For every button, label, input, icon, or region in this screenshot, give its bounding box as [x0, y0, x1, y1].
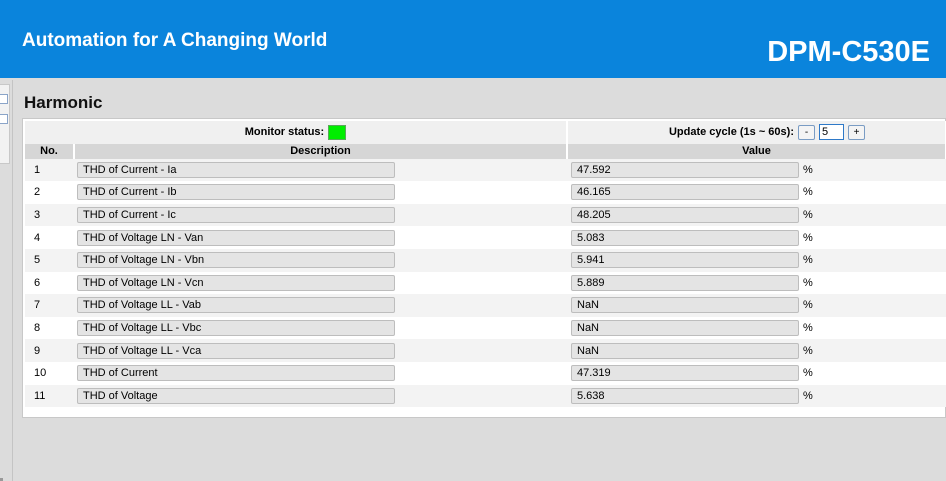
value-field: NaN	[571, 320, 799, 337]
description-cell: THD of Current - Ia	[75, 158, 568, 182]
value-cell: NaN%	[568, 294, 946, 317]
value-field: 48.205	[571, 207, 799, 224]
app-header: Automation for A Changing World DPM-C530…	[0, 0, 946, 78]
row-number: 6	[25, 271, 75, 295]
description-field: THD of Current - Ia	[77, 161, 395, 178]
description-field: THD of Current	[77, 365, 395, 382]
monitor-status-label: Monitor status:	[244, 126, 325, 139]
value-field: 47.319	[571, 365, 799, 382]
unit-label: %	[803, 209, 813, 222]
description-cell: THD of Voltage LN - Van	[75, 226, 568, 249]
value-cell: 5.638%	[568, 384, 946, 408]
table-header-row: No. Description Value	[25, 143, 946, 159]
monitor-status-indicator	[328, 124, 347, 140]
description-cell: THD of Current - Ic	[75, 203, 568, 227]
value-field: 5.941	[571, 252, 799, 269]
table-row: 8 THD of Voltage LL - Vbc NaN%	[25, 316, 946, 340]
value-field: 5.638	[571, 387, 799, 404]
harmonic-panel: Monitor status: Update cycle (1s ~ 60s):…	[22, 118, 946, 418]
column-header-no: No.	[25, 143, 75, 159]
unit-label: %	[803, 186, 813, 199]
row-number: 5	[25, 248, 75, 272]
value-cell: 47.592%	[568, 158, 946, 182]
left-sidebar-input[interactable]	[0, 94, 8, 104]
unit-label: %	[803, 367, 813, 380]
description-cell: THD of Voltage LL - Vab	[75, 294, 568, 317]
description-field: THD of Voltage LL - Vab	[77, 297, 395, 314]
table-row: 6 THD of Voltage LN - Vcn 5.889%	[25, 271, 946, 295]
harmonic-table: Monitor status: Update cycle (1s ~ 60s):…	[25, 121, 946, 408]
device-model: DPM-C530E	[767, 36, 930, 68]
row-number: 1	[25, 158, 75, 182]
value-cell: NaN%	[568, 316, 946, 340]
column-header-value: Value	[568, 143, 946, 159]
update-cycle-input[interactable]	[819, 124, 844, 141]
value-field: 47.592	[571, 161, 799, 178]
table-row: 10 THD of Current 47.319%	[25, 361, 946, 385]
unit-label: %	[803, 276, 813, 289]
increment-cycle-button[interactable]: +	[848, 124, 865, 140]
table-row: 11 THD of Voltage 5.638%	[25, 384, 946, 408]
description-field: THD of Voltage LL - Vbc	[77, 320, 395, 337]
value-field: 5.083	[571, 229, 799, 246]
update-cycle-cell: Update cycle (1s ~ 60s): - +	[568, 121, 946, 144]
unit-label: %	[803, 322, 813, 335]
left-sidebar-input[interactable]	[0, 114, 8, 124]
row-number: 4	[25, 226, 75, 249]
value-field: NaN	[571, 297, 799, 314]
table-row: 3 THD of Current - Ic 48.205%	[25, 203, 946, 227]
description-field: THD of Voltage LN - Vcn	[77, 274, 395, 291]
description-field: THD of Voltage LN - Van	[77, 229, 395, 246]
status-row: Monitor status: Update cycle (1s ~ 60s):…	[25, 121, 946, 144]
unit-label: %	[803, 163, 813, 176]
value-field: 46.165	[571, 184, 799, 201]
row-number: 2	[25, 181, 75, 204]
description-cell: THD of Voltage LL - Vbc	[75, 316, 568, 340]
value-cell: 48.205%	[568, 203, 946, 227]
unit-label: %	[803, 389, 813, 402]
update-cycle-label: Update cycle (1s ~ 60s):	[668, 126, 794, 139]
description-field: THD of Current - Ic	[77, 207, 395, 224]
value-cell: 5.889%	[568, 271, 946, 295]
header-tagline: Automation for A Changing World	[22, 30, 328, 51]
table-row: 5 THD of Voltage LN - Vbn 5.941%	[25, 248, 946, 272]
decrement-cycle-button[interactable]: -	[798, 124, 815, 140]
description-cell: THD of Voltage LL - Vca	[75, 339, 568, 362]
value-cell: 47.319%	[568, 361, 946, 385]
description-field: THD of Voltage LL - Vca	[77, 342, 395, 359]
value-field: 5.889	[571, 274, 799, 291]
table-row: 4 THD of Voltage LN - Van 5.083%	[25, 226, 946, 249]
value-cell: 46.165%	[568, 181, 946, 204]
row-number: 11	[25, 384, 75, 408]
value-cell: NaN%	[568, 339, 946, 362]
table-row: 7 THD of Voltage LL - Vab NaN%	[25, 294, 946, 317]
description-cell: THD of Voltage LN - Vbn	[75, 248, 568, 272]
row-number: 7	[25, 294, 75, 317]
row-number: 10	[25, 361, 75, 385]
description-field: THD of Voltage LN - Vbn	[77, 252, 395, 269]
description-cell: THD of Current	[75, 361, 568, 385]
monitor-status-cell: Monitor status:	[25, 121, 568, 144]
row-number: 8	[25, 316, 75, 340]
description-cell: THD of Voltage LN - Vcn	[75, 271, 568, 295]
unit-label: %	[803, 254, 813, 267]
description-field: THD of Voltage	[77, 387, 395, 404]
description-cell: THD of Current - Ib	[75, 181, 568, 204]
table-row: 9 THD of Voltage LL - Vca NaN%	[25, 339, 946, 362]
table-row: 1 THD of Current - Ia 47.592%	[25, 158, 946, 182]
unit-label: %	[803, 299, 813, 312]
value-cell: 5.083%	[568, 226, 946, 249]
table-row: 2 THD of Current - Ib 46.165%	[25, 181, 946, 204]
row-number: 9	[25, 339, 75, 362]
page-title: Harmonic	[24, 93, 103, 112]
unit-label: %	[803, 231, 813, 244]
value-cell: 5.941%	[568, 248, 946, 272]
unit-label: %	[803, 344, 813, 357]
value-field: NaN	[571, 342, 799, 359]
row-number: 3	[25, 203, 75, 227]
description-cell: THD of Voltage	[75, 384, 568, 408]
left-sidebar-panel	[0, 84, 10, 164]
description-field: THD of Current - Ib	[77, 184, 395, 201]
column-header-description: Description	[75, 143, 568, 159]
